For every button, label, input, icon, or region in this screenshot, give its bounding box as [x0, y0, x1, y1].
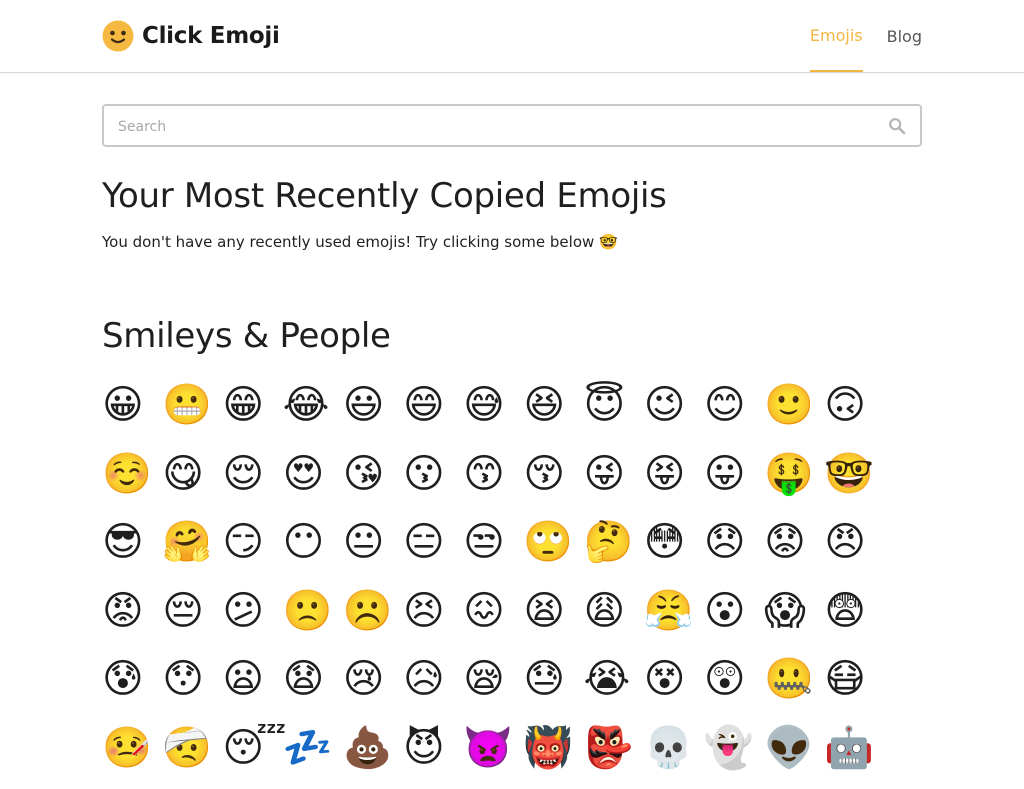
emoji-button[interactable]: 😇 [584, 378, 644, 446]
emoji-button[interactable]: 😲 [704, 652, 764, 720]
emoji-button[interactable]: 😜 [584, 447, 644, 515]
emoji-button[interactable]: 😗 [403, 447, 463, 515]
section-heading-smileys-people: Smileys & People [102, 316, 391, 356]
emoji-button[interactable]: 😥 [403, 652, 463, 720]
emoji-button[interactable]: 😖 [463, 584, 523, 652]
emoji-button[interactable]: 😫 [523, 584, 583, 652]
emoji-button[interactable]: 😩 [584, 584, 644, 652]
emoji-button[interactable]: 🤐 [764, 652, 824, 720]
emoji-button[interactable]: 😌 [222, 447, 282, 515]
emoji-button[interactable]: 🙃 [824, 378, 884, 446]
emoji-button[interactable]: 😊 [704, 378, 764, 446]
emoji-grid: 😀 😬 😁 😂 😃 😄 😅 😆 😇 😉 😊 🙂 🙃 ☺️ 😋 😌 😍 😘 😗 😙 😚 😜 😝 😛 🤑 🤓 😎 🤗 😏 😶 😐 😑 😒 🙄 🤔 😳 😞 😟 😠… [102, 378, 892, 789]
emoji-button[interactable]: 😰 [102, 652, 162, 720]
recent-emojis-empty-message: You don't have any recently used emojis!… [102, 233, 618, 251]
emoji-button[interactable]: 😀 [102, 378, 162, 446]
top-navbar: Click Emoji Emojis Blog [0, 0, 1024, 73]
search-icon[interactable] [888, 117, 906, 135]
emoji-button[interactable]: 🤕 [162, 721, 222, 789]
emoji-button[interactable]: 💀 [644, 721, 704, 789]
main-nav: Emojis Blog [786, 0, 922, 72]
emoji-button[interactable]: 😆 [523, 378, 583, 446]
emoji-button[interactable]: 🤖 [824, 721, 884, 789]
emoji-button[interactable]: 😬 [162, 378, 222, 446]
emoji-button[interactable]: 🤑 [764, 447, 824, 515]
emoji-button[interactable]: 🤔 [584, 515, 644, 583]
recent-emojis-heading: Your Most Recently Copied Emojis [102, 176, 667, 216]
emoji-button[interactable]: 😧 [283, 652, 343, 720]
emoji-button[interactable]: 👻 [704, 721, 764, 789]
emoji-button[interactable]: 😐 [343, 515, 403, 583]
emoji-button[interactable]: 😑 [403, 515, 463, 583]
emoji-button[interactable]: 😘 [343, 447, 403, 515]
emoji-button[interactable]: 😝 [644, 447, 704, 515]
emoji-button[interactable]: 😤 [644, 584, 704, 652]
emoji-button[interactable]: 😉 [644, 378, 704, 446]
emoji-button[interactable]: 😕 [222, 584, 282, 652]
emoji-button[interactable]: 💤 [283, 721, 343, 789]
emoji-button[interactable]: 🤓 [824, 447, 884, 515]
emoji-button[interactable]: 😦 [222, 652, 282, 720]
emoji-button[interactable]: 👽 [764, 721, 824, 789]
emoji-button[interactable]: 😏 [222, 515, 282, 583]
emoji-button[interactable]: 😓 [523, 652, 583, 720]
emoji-button[interactable]: 😈 [403, 721, 463, 789]
emoji-button[interactable]: 🙁 [283, 584, 343, 652]
emoji-button[interactable]: ☹️ [343, 584, 403, 652]
emoji-button[interactable]: 😃 [343, 378, 403, 446]
emoji-button[interactable]: 😅 [463, 378, 523, 446]
emoji-button[interactable]: 😡 [102, 584, 162, 652]
emoji-button[interactable]: 😭 [584, 652, 644, 720]
nav-item-emojis[interactable]: Emojis [809, 0, 863, 72]
emoji-button[interactable]: 👿 [463, 721, 523, 789]
emoji-button[interactable]: 😴 [222, 721, 286, 789]
emoji-button[interactable]: 😣 [403, 584, 463, 652]
emoji-button[interactable]: 😛 [704, 447, 764, 515]
emoji-button[interactable]: 😟 [764, 515, 824, 583]
emoji-button[interactable]: 🙄 [523, 515, 583, 583]
emoji-button[interactable]: 😎 [102, 515, 162, 583]
brand-name: Click Emoji [142, 23, 280, 49]
nav-item-blog[interactable]: Blog [887, 0, 922, 72]
emoji-button[interactable]: 😋 [162, 447, 222, 515]
search-input[interactable] [116, 106, 880, 147]
search-bar [102, 104, 922, 147]
emoji-button[interactable]: 😠 [824, 515, 884, 583]
emoji-button[interactable]: 😷 [824, 652, 884, 720]
emoji-button[interactable]: 😒 [463, 515, 523, 583]
emoji-button[interactable]: 😳 [644, 515, 704, 583]
emoji-button[interactable]: 😄 [403, 378, 463, 446]
emoji-button[interactable]: 😱 [764, 584, 824, 652]
emoji-button[interactable]: 🤒 [102, 721, 162, 789]
emoji-button[interactable]: 😨 [824, 584, 884, 652]
emoji-button[interactable]: 🤗 [162, 515, 222, 583]
emoji-button[interactable]: 😢 [343, 652, 403, 720]
emoji-button[interactable]: ☺️ [102, 447, 162, 515]
emoji-button[interactable]: 😞 [704, 515, 764, 583]
emoji-button[interactable]: 😍 [283, 447, 343, 515]
emoji-button[interactable]: 😶 [283, 515, 343, 583]
emoji-button[interactable]: 😙 [463, 447, 523, 515]
brand-home-link[interactable]: Click Emoji [102, 19, 280, 53]
emoji-button[interactable]: 😚 [523, 447, 583, 515]
emoji-button[interactable]: 💩 [343, 721, 403, 789]
emoji-button[interactable]: 👺 [584, 721, 644, 789]
smiley-face-logo-icon [102, 20, 134, 52]
emoji-button[interactable]: 👹 [523, 721, 583, 789]
emoji-button[interactable]: 😮 [704, 584, 764, 652]
emoji-button[interactable]: 😔 [162, 584, 222, 652]
emoji-button[interactable]: 😂 [283, 378, 343, 446]
emoji-button[interactable]: 😵 [644, 652, 704, 720]
emoji-button[interactable]: 😯 [162, 652, 222, 720]
emoji-button[interactable]: 😪 [463, 652, 523, 720]
emoji-button[interactable]: 😁 [222, 378, 282, 446]
emoji-button[interactable]: 🙂 [764, 378, 824, 446]
